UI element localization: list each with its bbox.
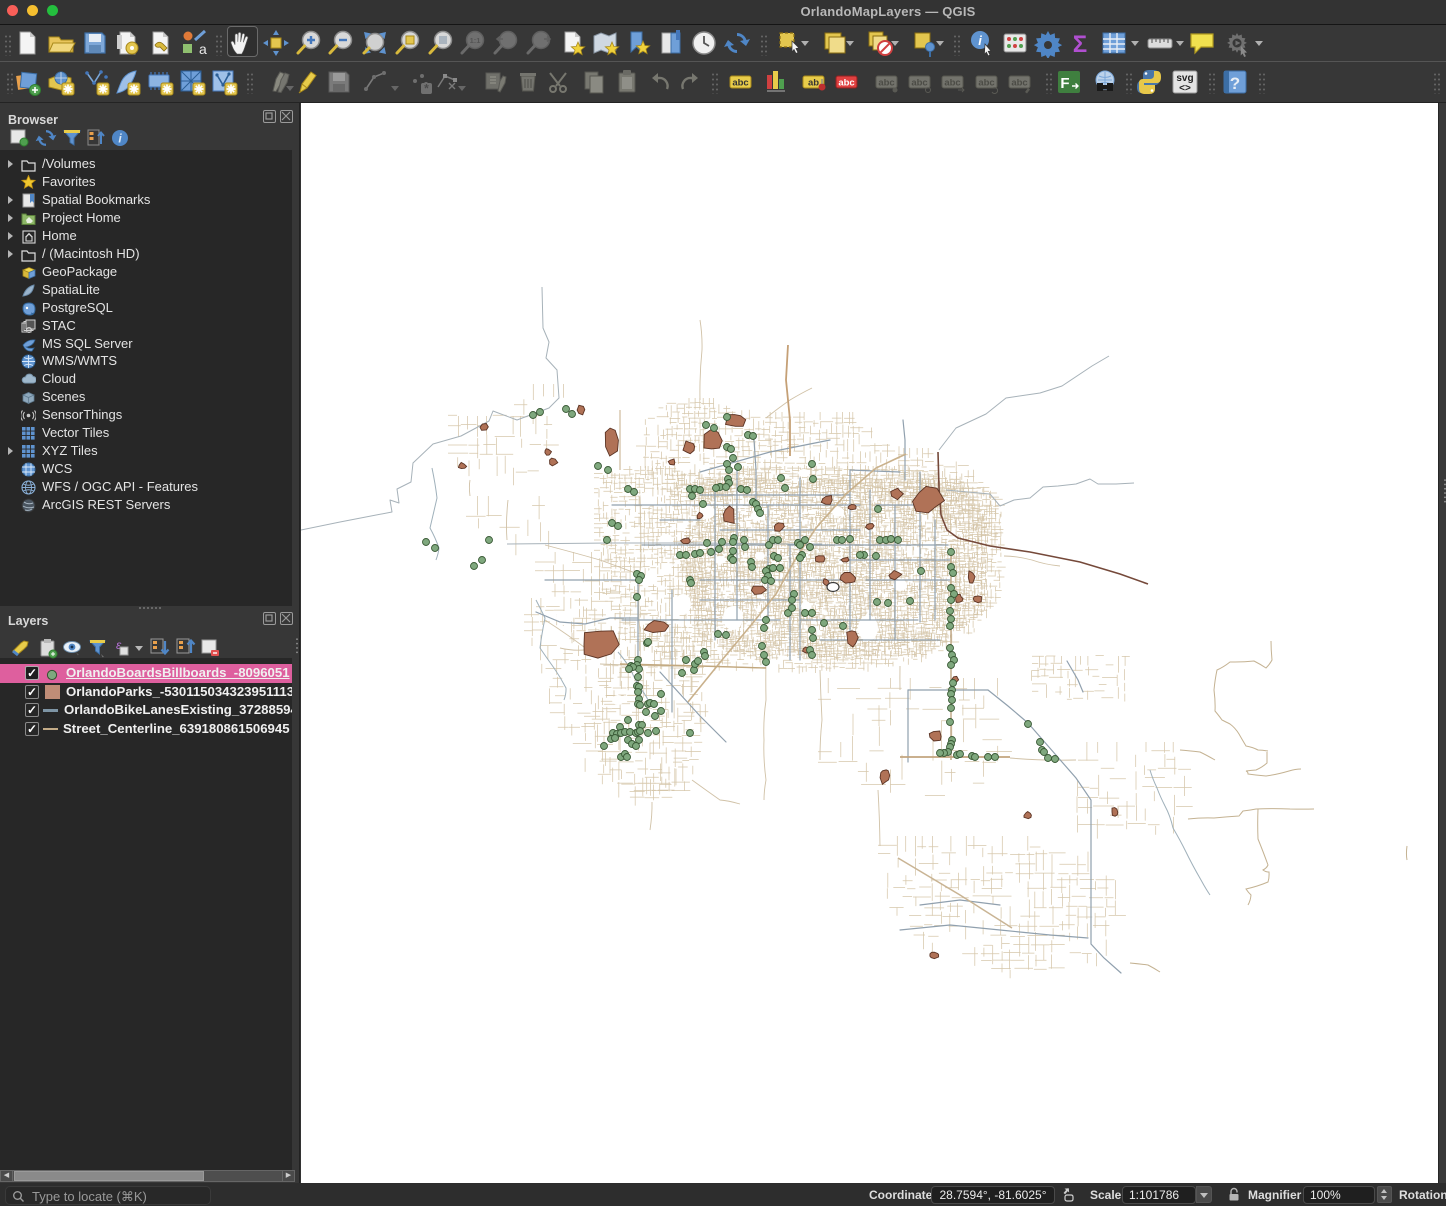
svg-text:abc: abc: [732, 78, 748, 89]
svg-text:?: ?: [1230, 74, 1240, 93]
svg-text:abc: abc: [878, 78, 894, 89]
svg-text:*: *: [424, 82, 429, 96]
svg-text:ab: ab: [808, 78, 819, 89]
svg-text:abc: abc: [911, 78, 927, 89]
svg-text:abc: abc: [838, 78, 854, 89]
svg-text:i: i: [978, 33, 982, 48]
svg-text:abc: abc: [978, 78, 994, 89]
svg-text:<>: <>: [1179, 83, 1191, 94]
svg-text:Σ: Σ: [1073, 31, 1087, 58]
svg-text:a: a: [199, 41, 207, 57]
svg-text:1:1: 1:1: [470, 36, 481, 45]
svg-text:abc: abc: [944, 78, 960, 89]
svg-text:abc: abc: [1011, 78, 1027, 89]
svg-text:F: F: [1060, 75, 1069, 92]
